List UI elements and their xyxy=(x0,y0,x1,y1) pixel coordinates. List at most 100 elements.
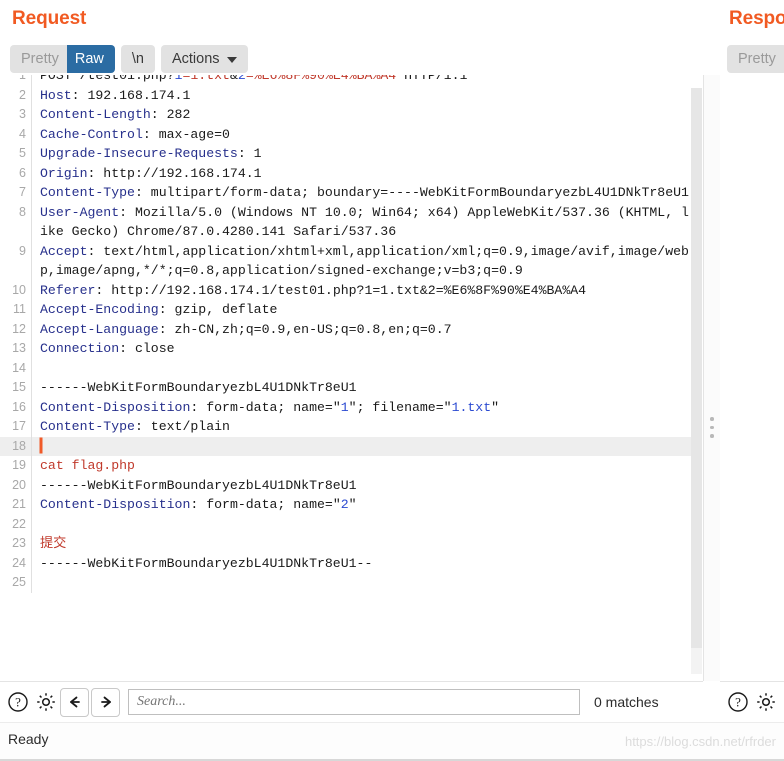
tab-raw[interactable]: Raw xyxy=(66,45,115,73)
line-number: 3 xyxy=(19,107,26,121)
actions-button-label: Actions xyxy=(171,51,220,67)
tab-pretty[interactable]: Pretty xyxy=(10,45,67,73)
line-number: 23 xyxy=(12,536,26,550)
response-toolbar: Pretty xyxy=(727,45,784,73)
code-line[interactable]: 15 ------WebKitFormBoundaryezbL4U1DNkTr8e… xyxy=(0,378,691,398)
code-line-text: Content-Type: multipart/form-data; bound… xyxy=(31,183,691,203)
code-line[interactable]: 13 Connection: close xyxy=(0,339,691,359)
watermark-text: https://blog.csdn.net/rfrder xyxy=(624,734,776,749)
splitter-grip-icon[interactable] xyxy=(710,417,714,439)
code-line[interactable]: 18 xyxy=(0,436,691,456)
request-footer-bar: ? 0 matches xyxy=(0,681,703,722)
code-line-text: Connection: close xyxy=(31,339,691,359)
code-line[interactable]: 10 Referer: http://192.168.174.1/test01.p… xyxy=(0,280,691,300)
code-line[interactable]: 11 Accept-Encoding: gzip, deflate xyxy=(0,300,691,320)
actions-button[interactable]: Actions xyxy=(160,45,248,73)
code-line-text: Accept: text/html,application/xhtml+xml,… xyxy=(31,241,691,281)
code-line[interactable]: 16 Content-Disposition: form-data; name="… xyxy=(0,397,691,417)
code-line-text: Content-Disposition: form-data; name="2" xyxy=(31,495,691,515)
gear-icon[interactable] xyxy=(32,688,60,716)
code-line[interactable]: 24 ------WebKitFormBoundaryezbL4U1DNkTr8e… xyxy=(0,553,691,573)
line-number: 25 xyxy=(12,575,26,589)
line-number: 11 xyxy=(13,302,26,316)
svg-text:?: ? xyxy=(15,695,21,710)
editor-scrollbar-thumb[interactable] xyxy=(691,88,702,648)
code-line-text: ------WebKitFormBoundaryezbL4U1DNkTr8eU1 xyxy=(31,475,691,495)
line-number: 13 xyxy=(12,341,26,355)
line-number: 4 xyxy=(19,126,26,141)
line-number: 22 xyxy=(12,516,26,531)
code-line[interactable]: 1 POST /test01.php?1=1.txt&2=%E6%8F%90%E4… xyxy=(0,75,691,86)
code-line[interactable]: 12 Accept-Language: zh-CN,zh;q=0.9,en-US;… xyxy=(0,319,691,339)
code-line-text xyxy=(31,514,691,534)
code-line[interactable]: 5 Upgrade-Insecure-Requests: 1 xyxy=(0,144,691,164)
line-number: 9 xyxy=(19,243,26,258)
code-line[interactable]: 8 User-Agent: Mozilla/5.0 (Windows NT 10.… xyxy=(0,202,691,242)
response-footer-bar: ? xyxy=(720,681,784,722)
code-line-text: Cache-Control: max-age=0 xyxy=(31,124,691,144)
response-gear-icon[interactable] xyxy=(752,688,780,716)
code-line[interactable]: 17 Content-Type: text/plain xyxy=(0,417,691,437)
code-line[interactable]: 6 Origin: http://192.168.174.1 xyxy=(0,163,691,183)
response-panel-title: Respo xyxy=(729,8,784,29)
response-question-circle-icon[interactable]: ? xyxy=(724,688,752,716)
line-number: 24 xyxy=(12,555,26,570)
code-line[interactable]: 25 xyxy=(0,573,691,593)
search-prev-button[interactable] xyxy=(60,687,89,717)
status-text: Ready xyxy=(8,731,49,747)
text-cursor xyxy=(40,437,42,453)
code-line[interactable]: 21 Content-Disposition: form-data; name="… xyxy=(0,495,691,515)
code-line[interactable]: 22 xyxy=(0,514,691,534)
code-line-text: Upgrade-Insecure-Requests: 1 xyxy=(31,144,691,164)
code-line-text: Referer: http://192.168.174.1/test01.php… xyxy=(31,280,691,300)
line-number: 10 xyxy=(12,282,26,297)
code-line[interactable]: 20 ------WebKitFormBoundaryezbL4U1DNkTr8e… xyxy=(0,475,691,495)
request-editor[interactable]: 1 POST /test01.php?1=1.txt&2=%E6%8F%90%E4… xyxy=(0,75,704,681)
line-number: 5 xyxy=(19,146,26,160)
line-number: 19 xyxy=(12,458,26,472)
code-line-text: User-Agent: Mozilla/5.0 (Windows NT 10.0… xyxy=(31,202,691,242)
code-line-text: Accept-Language: zh-CN,zh;q=0.9,en-US;q=… xyxy=(31,319,691,339)
code-line[interactable]: 23 提交 xyxy=(0,534,691,554)
code-line-text: 提交 xyxy=(31,534,691,554)
code-line-text: POST /test01.php?1=1.txt&2=%E6%8F%90%E4%… xyxy=(31,75,691,86)
code-line-text xyxy=(31,358,691,378)
code-line-text: ------WebKitFormBoundaryezbL4U1DNkTr8eU1 xyxy=(31,378,691,398)
code-line[interactable]: 9 Accept: text/html,application/xhtml+xml… xyxy=(0,241,691,281)
code-line[interactable]: 4 Cache-Control: max-age=0 xyxy=(0,124,691,144)
response-tab-pretty[interactable]: Pretty xyxy=(727,45,784,73)
editor-vertical-scrollbar[interactable] xyxy=(691,88,702,674)
line-number: 17 xyxy=(12,419,26,433)
code-line-text: Content-Disposition: form-data; name="1"… xyxy=(31,397,691,417)
search-next-button[interactable] xyxy=(91,687,120,717)
code-line[interactable]: 14 xyxy=(0,358,691,378)
code-line[interactable]: 2 Host: 192.168.174.1 xyxy=(0,85,691,105)
line-number: 21 xyxy=(12,497,26,511)
line-number: 20 xyxy=(12,477,26,492)
question-circle-icon[interactable]: ? xyxy=(4,688,32,716)
status-bar: Ready https://blog.csdn.net/rfrder xyxy=(0,722,784,761)
tab-newline[interactable]: \n xyxy=(120,45,155,73)
code-line[interactable]: 7 Content-Type: multipart/form-data; boun… xyxy=(0,183,691,203)
burp-repeater-window: Request Respo Pretty Raw \n Actions Pret… xyxy=(0,0,784,761)
response-editor[interactable] xyxy=(720,75,784,681)
chevron-down-icon xyxy=(226,57,237,63)
line-number: 16 xyxy=(12,399,26,414)
code-line-text: Origin: http://192.168.174.1 xyxy=(31,163,691,183)
request-panel-title: Request xyxy=(12,8,87,29)
line-number: 15 xyxy=(12,380,26,394)
request-editor-content: 1 POST /test01.php?1=1.txt&2=%E6%8F%90%E4… xyxy=(0,75,691,593)
code-line-text: Content-Length: 282 xyxy=(31,105,691,125)
search-input[interactable] xyxy=(128,689,580,715)
panel-splitter[interactable] xyxy=(704,75,721,681)
code-line-text xyxy=(31,573,691,593)
line-number: 2 xyxy=(19,87,26,102)
code-line-text: Host: 192.168.174.1 xyxy=(31,85,691,105)
code-line-text: Content-Type: text/plain xyxy=(31,417,691,437)
code-line-text: ------WebKitFormBoundaryezbL4U1DNkTr8eU1… xyxy=(31,553,691,573)
code-line[interactable]: 19 cat flag.php xyxy=(0,456,691,476)
line-number: 1 xyxy=(19,75,26,82)
code-line[interactable]: 3 Content-Length: 282 xyxy=(0,105,691,125)
code-line-text: Accept-Encoding: gzip, deflate xyxy=(31,300,691,320)
code-line-text: cat flag.php xyxy=(31,456,691,476)
